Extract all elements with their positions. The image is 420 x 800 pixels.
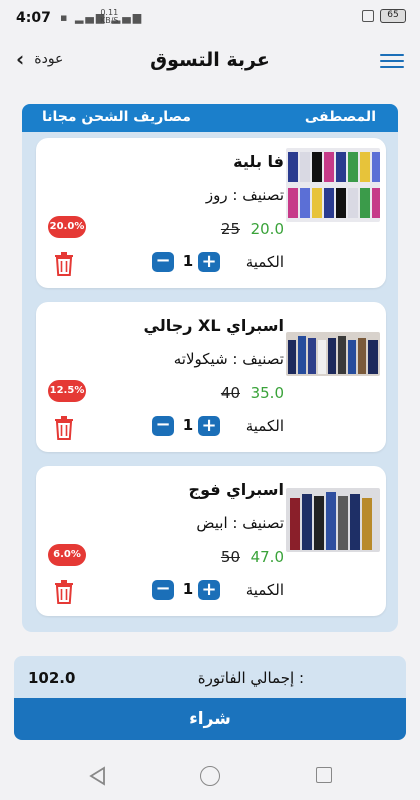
product-name: فا بلية [233,152,284,171]
price-new: 47.0 [250,548,284,566]
status-time: 4:07 [16,10,51,26]
product-image [286,488,380,552]
quantity-value: 1 [182,416,194,434]
plus-button[interactable]: + [198,252,220,272]
nav-home-icon[interactable] [200,766,220,786]
cart-panel: مصاريف الشحن مجانا المصطفى فا بلية تصنيف… [22,104,398,632]
price-old: 40 [220,384,240,402]
nav-back-icon[interactable] [88,766,106,790]
discount-badge: 6.0% [48,544,86,566]
price-old: 25 [220,220,240,238]
quantity-label: الكمية [245,581,284,599]
minus-button[interactable]: − [152,252,174,272]
status-right: 65 [362,9,406,23]
quantity-label: الكمية [245,417,284,435]
system-nav-bar [0,752,420,800]
panel-header: مصاريف الشحن مجانا المصطفى [22,104,398,132]
price-new: 35.0 [250,384,284,402]
trash-icon[interactable] [54,416,74,440]
quantity-value: 1 [182,252,194,270]
page-title: عربة التسوق [150,49,270,71]
app-bar: ‹ عودة عربة التسوق [0,36,420,86]
trash-icon[interactable] [54,580,74,604]
product-category: تصنيف : شيكولاته [173,350,284,368]
discount-badge: 12.5% [48,380,86,402]
product-name: اسبراي فوج [188,480,284,499]
product-category: تصنيف : ابيض [196,514,284,532]
product-image [286,332,380,376]
status-net-unit: KB/S [100,16,119,25]
total-label: إجمالي الفاتورة : [197,669,304,687]
hamburger-menu-icon[interactable] [380,50,404,70]
discount-badge: 20.0% [48,216,86,238]
price-old: 50 [220,548,240,566]
price-new: 20.0 [250,220,284,238]
plus-button[interactable]: + [198,580,220,600]
cart-item: اسبراي فوج تصنيف : ابيض 47.0 50 6.0% الك… [36,466,386,616]
product-image [286,148,380,222]
battery-icon: 65 [380,9,406,23]
quantity-label: الكمية [245,253,284,271]
total-value: 102.0 [28,669,76,687]
status-bar: 4:07 ▪ ▂▄▆ ▂▄▆ 0.11 KB/S 65 [0,0,420,36]
minus-button[interactable]: − [152,416,174,436]
quantity-value: 1 [182,580,194,598]
shipping-text: مصاريف الشحن مجانا [42,109,191,125]
nav-recent-icon[interactable] [316,767,332,783]
product-name: اسبراي XL رجالي [143,316,284,335]
plus-button[interactable]: + [198,416,220,436]
buy-button[interactable]: شراء [14,698,406,740]
product-category: تصنيف : روز [205,186,284,204]
minus-button[interactable]: − [152,580,174,600]
cart-item: اسبراي XL رجالي تصنيف : شيكولاته 35.0 40… [36,302,386,452]
trash-icon[interactable] [54,252,74,276]
cart-item: فا بلية تصنيف : روز 20.0 25 20.0% الكمية… [36,138,386,288]
sim-icon [362,10,374,22]
store-owner-name: المصطفى [304,109,376,125]
status-net-speed: 0.11 KB/S [100,9,119,25]
invoice-footer: إجمالي الفاتورة : 102.0 شراء [14,656,406,740]
